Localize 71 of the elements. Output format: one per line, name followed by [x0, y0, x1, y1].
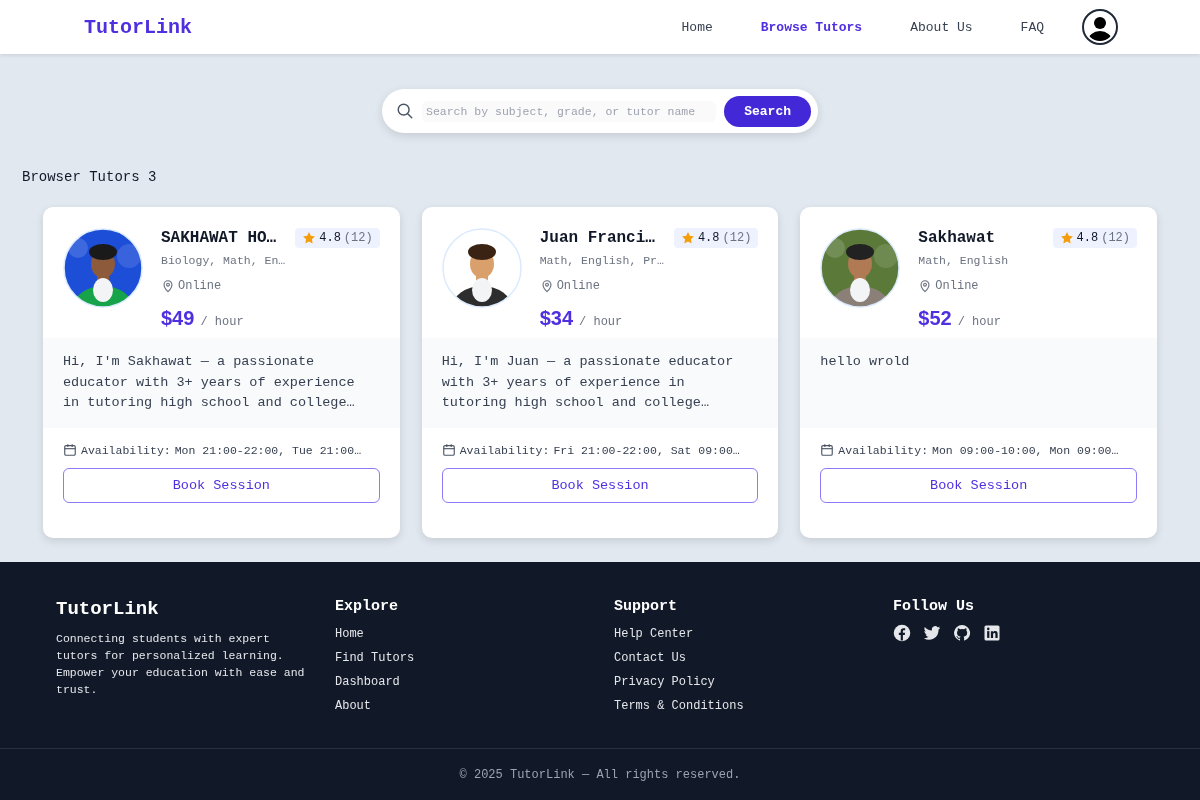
star-icon: [302, 231, 317, 245]
linkedin-icon[interactable]: [983, 624, 1001, 642]
rating-value: 4.8: [1076, 231, 1099, 245]
tutor-bio: Hi, I'm Juan — a passionate educator with 3+ years of experience in tutoring high school and college…: [441, 353, 735, 412]
nav-link[interactable]: FAQ: [1020, 19, 1044, 35]
star-icon: [1059, 231, 1074, 245]
review-count: (12): [1101, 231, 1130, 245]
location-pin-icon: [539, 279, 554, 293]
review-count: (12): [343, 231, 373, 245]
footer-heading: Support: [614, 598, 678, 615]
facebook-icon[interactable]: [893, 624, 911, 642]
availability-label: Availability:: [81, 443, 171, 457]
tutor-bio: hello wrold: [820, 353, 911, 371]
search-icon: [396, 102, 414, 120]
subjects: Math, English: [918, 254, 1010, 267]
footer-tagline: Connecting students with expert tutors for personalized learning. Empower your education with ease and trust.: [56, 631, 306, 698]
availability-times: Mon 21:00-22:00, Tue 21:00…: [174, 443, 362, 457]
nav-link[interactable]: About Us: [910, 19, 973, 35]
copyright: © 2025 TutorLink — All rights reserved.: [459, 767, 741, 782]
star-icon: [680, 231, 695, 245]
book-session-button[interactable]: Book Session: [820, 468, 1137, 503]
nav-link[interactable]: Home: [681, 19, 713, 35]
availability-label: Availability:: [459, 443, 550, 457]
location-pin-icon: [161, 279, 175, 293]
rating-value: 4.8: [319, 231, 341, 245]
tutor-name: Sakhawat: [918, 229, 996, 247]
availability-label: Availability:: [838, 443, 929, 457]
footer-heading: Follow Us: [893, 598, 975, 615]
subjects: Biology, Math, En…: [161, 254, 287, 267]
twitter-bird-icon[interactable]: [923, 624, 941, 642]
footer-link[interactable]: Contact Us: [614, 646, 893, 670]
calendar-icon: [63, 443, 77, 457]
location: Online: [935, 279, 979, 293]
footer-link[interactable]: Help Center: [614, 622, 893, 646]
rating-value: 4.8: [697, 231, 720, 245]
user-avatar-icon[interactable]: [1082, 9, 1118, 45]
availability-times: Mon 09:00-10:00, Mon 09:00…: [932, 443, 1119, 457]
footer-link[interactable]: Dashboard: [335, 670, 614, 694]
calendar-icon: [820, 443, 835, 457]
footer-logo: TutorLink: [56, 598, 160, 620]
search-button[interactable]: Search: [724, 95, 811, 127]
footer-link[interactable]: Home: [335, 622, 614, 646]
search-field[interactable]: Search by subject, grade, or tutor name: [422, 100, 717, 122]
logo[interactable]: TutorLink: [84, 15, 193, 39]
book-session-button[interactable]: Book Session: [63, 468, 380, 503]
tutor-name: SAKHAWAT HO…: [161, 229, 277, 247]
footer-link[interactable]: About: [335, 694, 614, 718]
price-unit: / hour: [579, 315, 623, 329]
location-pin-icon: [918, 279, 933, 293]
search-bar[interactable]: Search by subject, grade, or tutor name Search: [382, 89, 818, 133]
review-count: (12): [722, 231, 752, 245]
book-session-button[interactable]: Book Session: [441, 468, 759, 503]
price-unit: / hour: [957, 315, 1001, 329]
price: $52: [918, 307, 952, 330]
tutor-bio: Hi, I'm Sakhawat — a passionate educator with 3+ years of experience in tutoring high school and college…: [63, 353, 356, 412]
github-icon[interactable]: [953, 624, 971, 642]
calendar-icon: [441, 443, 456, 457]
price-unit: / hour: [200, 315, 244, 329]
price: $34: [539, 307, 574, 330]
tutor-name: Juan Franci…: [539, 229, 655, 247]
nav-link[interactable]: Browse Tutors: [760, 19, 863, 35]
footer-link[interactable]: Terms & Conditions: [614, 694, 893, 718]
footer-link[interactable]: Privacy Policy: [614, 670, 893, 694]
location: Online: [556, 279, 600, 293]
section-heading: Browser Tutors 3: [22, 169, 158, 185]
footer-heading: Explore: [335, 598, 399, 615]
availability-times: Fri 21:00-22:00, Sat 09:00…: [553, 443, 740, 457]
subjects: Math, English, Pr…: [539, 254, 665, 267]
price: $49: [161, 307, 195, 330]
footer-link[interactable]: Find Tutors: [335, 646, 614, 670]
location: Online: [178, 279, 222, 293]
